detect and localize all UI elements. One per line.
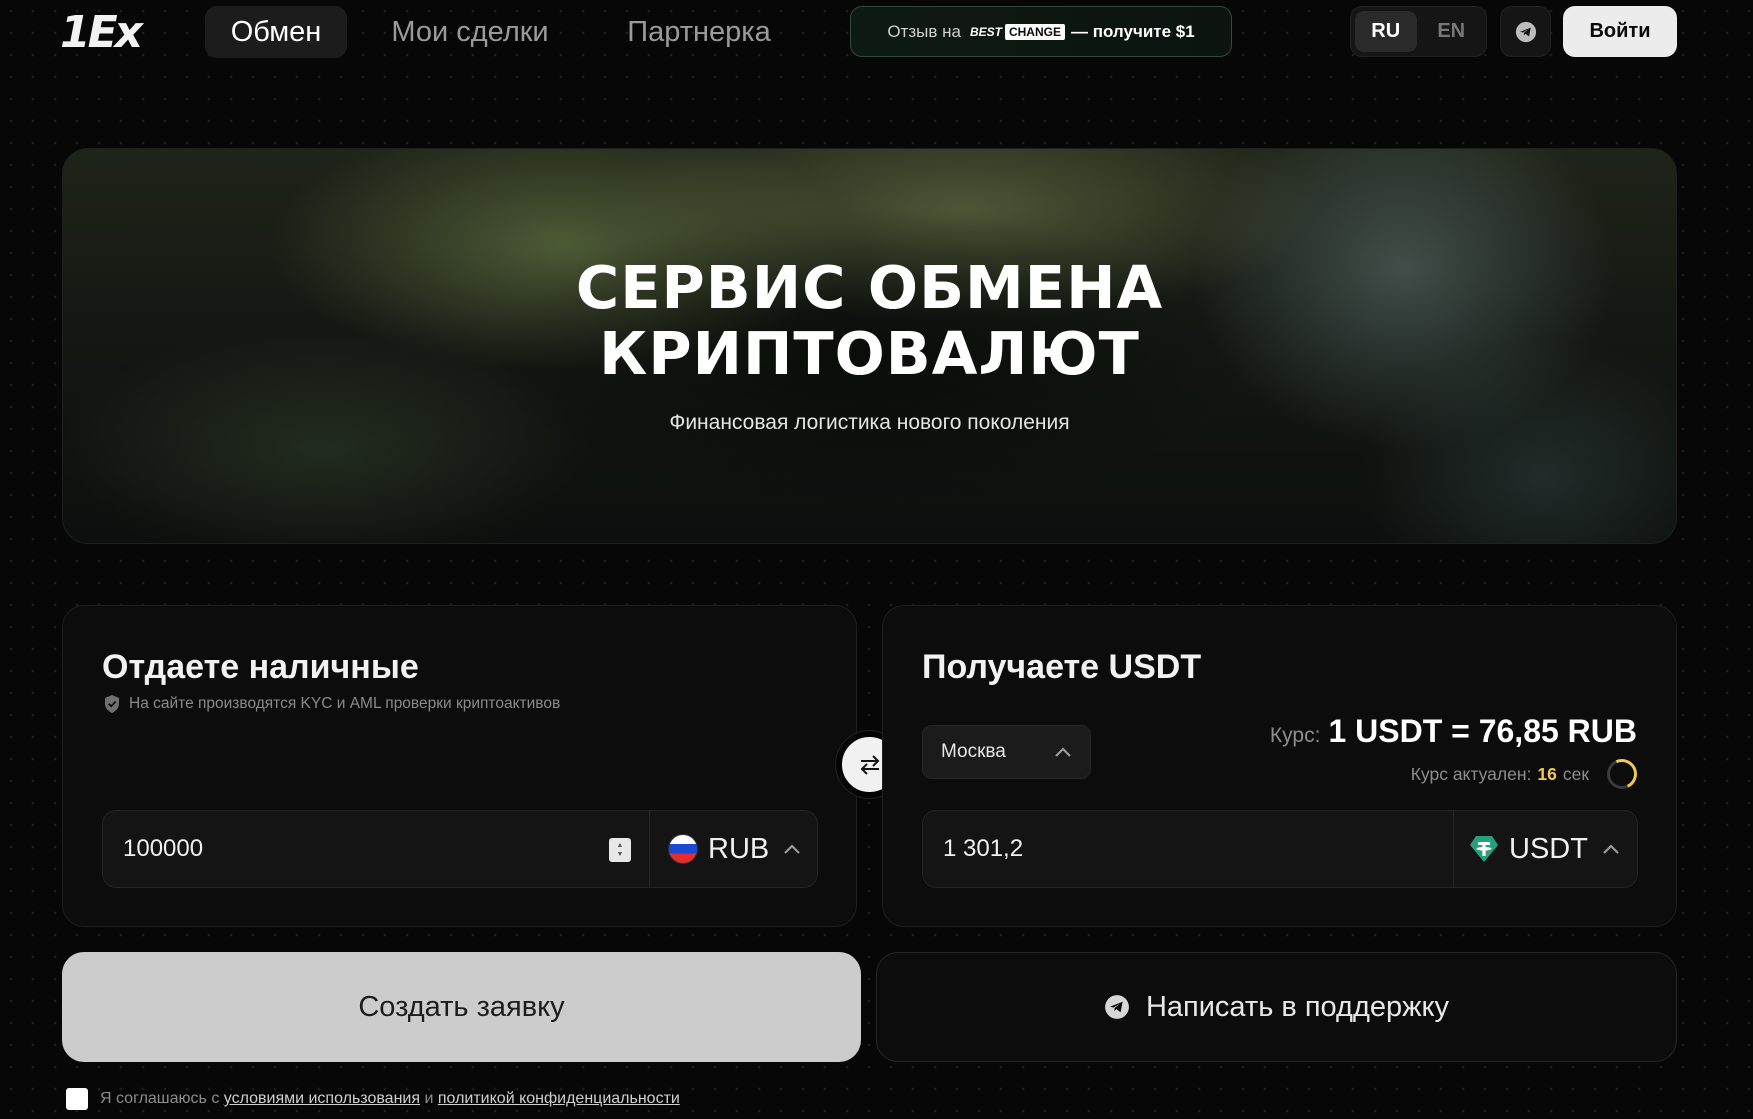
support-label: Написать в поддержку bbox=[1145, 990, 1450, 1023]
give-currency-label: RUB bbox=[708, 832, 770, 865]
support-button[interactable]: Написать в поддержку bbox=[876, 952, 1677, 1062]
promo-reward: — получите $1 bbox=[1070, 21, 1195, 41]
nav-my-deals[interactable]: Мои сделки bbox=[370, 6, 570, 58]
telegram-icon bbox=[1515, 21, 1536, 42]
bestchange-best: BEST bbox=[969, 24, 1002, 39]
exchange-rate: Курс: 1 USDT = 76,85 RUB bbox=[1270, 713, 1637, 750]
terms-link[interactable]: условиями использования bbox=[224, 1090, 420, 1107]
lang-en[interactable]: EN bbox=[1421, 11, 1483, 52]
stepper-down-icon: ▼ bbox=[616, 851, 624, 858]
kyc-text: На сайте производятся KYC и AML проверки… bbox=[129, 695, 561, 712]
rate-value: 1 USDT = 76,85 RUB bbox=[1328, 713, 1637, 749]
chevron-up-icon bbox=[784, 844, 801, 854]
telegram-icon bbox=[1105, 995, 1129, 1019]
promo-prefix: Отзыв на bbox=[887, 21, 961, 41]
kyc-note: На сайте производятся KYC и AML проверки… bbox=[104, 695, 560, 713]
city-select[interactable]: Москва bbox=[922, 725, 1091, 779]
tether-icon bbox=[1470, 836, 1498, 862]
logo[interactable]: 1Ex bbox=[60, 7, 160, 58]
field-divider bbox=[1453, 811, 1454, 887]
nav-partner[interactable]: Партнерка bbox=[608, 6, 790, 58]
create-order-button[interactable]: Создать заявку bbox=[62, 952, 861, 1062]
give-amount-input[interactable]: 100000 bbox=[123, 811, 203, 887]
get-currency-select[interactable]: USDT bbox=[1469, 811, 1620, 887]
login-button[interactable]: Войти bbox=[1563, 6, 1677, 57]
give-amount-field: 100000 ▲ ▼ RUB bbox=[102, 810, 818, 888]
russia-flag-icon bbox=[668, 834, 698, 864]
get-amount-field: 1 301,2 USDT bbox=[922, 810, 1638, 888]
hero-title: СЕРВИС ОБМЕНА КРИПТОВАЛЮТ bbox=[575, 253, 1164, 388]
rate-fresh-seconds: 16 bbox=[1537, 763, 1557, 784]
get-amount-input[interactable]: 1 301,2 bbox=[943, 811, 1023, 887]
give-title: Отдаете наличные bbox=[102, 648, 419, 686]
amount-stepper[interactable]: ▲ ▼ bbox=[609, 838, 631, 862]
rate-fresh-label: Курс актуален: bbox=[1410, 763, 1532, 784]
telegram-button[interactable] bbox=[1500, 6, 1551, 57]
stepper-up-icon: ▲ bbox=[616, 842, 624, 849]
privacy-link[interactable]: политикой конфиденциальности bbox=[438, 1090, 680, 1107]
bestchange-logo: BEST CHANGE bbox=[967, 23, 1065, 41]
get-card: Получаете USDT Москва Курс: 1 USDT = 76,… bbox=[882, 605, 1677, 927]
city-label: Москва bbox=[941, 741, 1006, 762]
rate-fresh-unit: сек bbox=[1562, 763, 1589, 784]
language-switcher: RU EN bbox=[1350, 6, 1487, 57]
bestchange-change: CHANGE bbox=[1004, 23, 1065, 40]
shield-check-icon bbox=[105, 695, 119, 713]
give-card: Отдаете наличные На сайте производятся K… bbox=[62, 605, 857, 927]
get-title: Получаете USDT bbox=[922, 648, 1202, 686]
consent-and: и bbox=[424, 1090, 434, 1107]
consent-prefix: Я соглашаюсь с bbox=[100, 1090, 220, 1107]
field-divider bbox=[649, 811, 650, 887]
rate-freshness: Курс актуален: 16 сек bbox=[1410, 754, 1642, 794]
consent-checkbox[interactable] bbox=[66, 1088, 88, 1110]
lang-ru[interactable]: RU bbox=[1355, 11, 1417, 52]
chevron-up-icon bbox=[1603, 844, 1619, 854]
nav-exchange[interactable]: Обмен bbox=[205, 6, 347, 58]
rate-label: Курс: bbox=[1269, 724, 1321, 747]
chevron-up-icon bbox=[1055, 747, 1071, 757]
timer-ring-icon bbox=[1602, 754, 1642, 794]
bestchange-promo[interactable]: Отзыв на BEST CHANGE — получите $1 bbox=[850, 6, 1232, 57]
hero-banner: СЕРВИС ОБМЕНА КРИПТОВАЛЮТ Финансовая лог… bbox=[62, 148, 1677, 544]
consent-row: Я соглашаюсь с условиями использования и… bbox=[66, 1088, 680, 1110]
swap-arrows-icon bbox=[860, 754, 879, 775]
give-currency-select[interactable]: RUB bbox=[668, 811, 801, 887]
hero-subtitle: Финансовая логистика нового поколения bbox=[669, 411, 1070, 434]
get-currency-label: USDT bbox=[1509, 832, 1588, 865]
